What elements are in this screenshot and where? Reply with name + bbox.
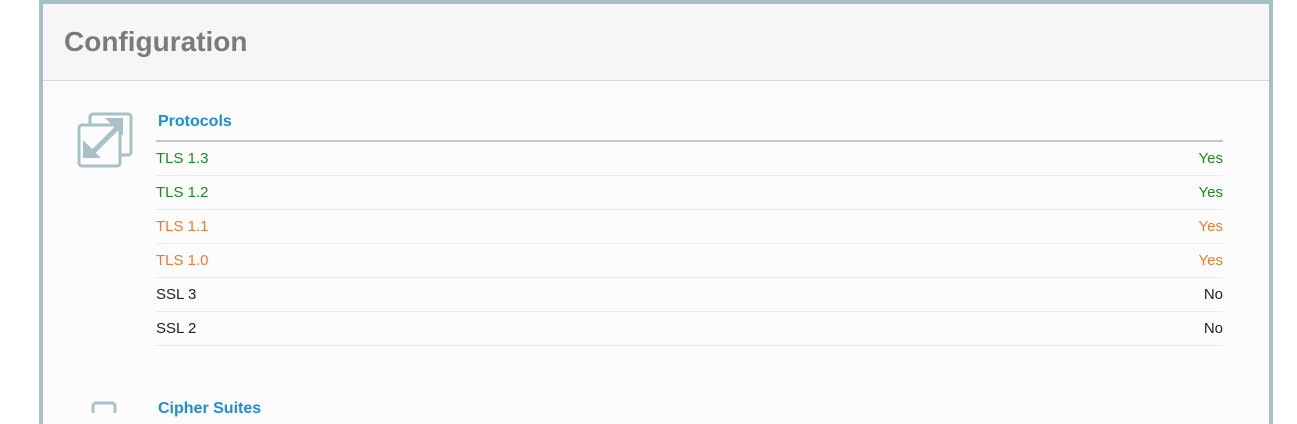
protocol-list: TLS 1.3 Yes TLS 1.2 Yes TLS 1.1 Yes TLS 1.0 Yes… xyxy=(156,142,1223,346)
cipher-suites-title: Cipher Suites xyxy=(158,400,262,417)
protocol-name: SSL 2 xyxy=(156,320,197,337)
expand-arrows-icon xyxy=(77,112,133,168)
protocols-section: Protocols TLS 1.3 Yes TLS 1.2 Yes TLS 1.1 Yes… xyxy=(156,110,1223,346)
panel-header: Configuration xyxy=(43,4,1269,81)
protocol-name: TLS 1.2 xyxy=(156,184,209,201)
protocols-title: Protocols xyxy=(156,110,1223,142)
protocol-value: Yes xyxy=(1198,218,1223,235)
protocol-value: No xyxy=(1203,320,1223,337)
protocol-name: TLS 1.1 xyxy=(156,218,209,235)
protocol-row: TLS 1.2 Yes xyxy=(156,176,1223,210)
protocol-name: TLS 1.3 xyxy=(156,150,209,167)
protocol-value: Yes xyxy=(1198,150,1223,167)
protocol-row: TLS 1.0 Yes xyxy=(156,244,1223,278)
panel-title: Configuration xyxy=(64,26,248,57)
protocol-row: TLS 1.3 Yes xyxy=(156,142,1223,176)
configuration-panel: Configuration Protocols TLS 1.3 Yes TLS 1.… xyxy=(39,0,1273,424)
protocol-name: SSL 3 xyxy=(156,286,197,303)
protocol-row: SSL 3 No xyxy=(156,278,1223,312)
protocol-value: Yes xyxy=(1198,184,1223,201)
protocol-value: No xyxy=(1203,286,1223,303)
protocol-row: SSL 2 No xyxy=(156,312,1223,346)
cipher-icon xyxy=(91,401,117,413)
protocol-value: Yes xyxy=(1198,252,1223,269)
protocol-name: TLS 1.0 xyxy=(156,252,209,269)
protocol-row: TLS 1.1 Yes xyxy=(156,210,1223,244)
